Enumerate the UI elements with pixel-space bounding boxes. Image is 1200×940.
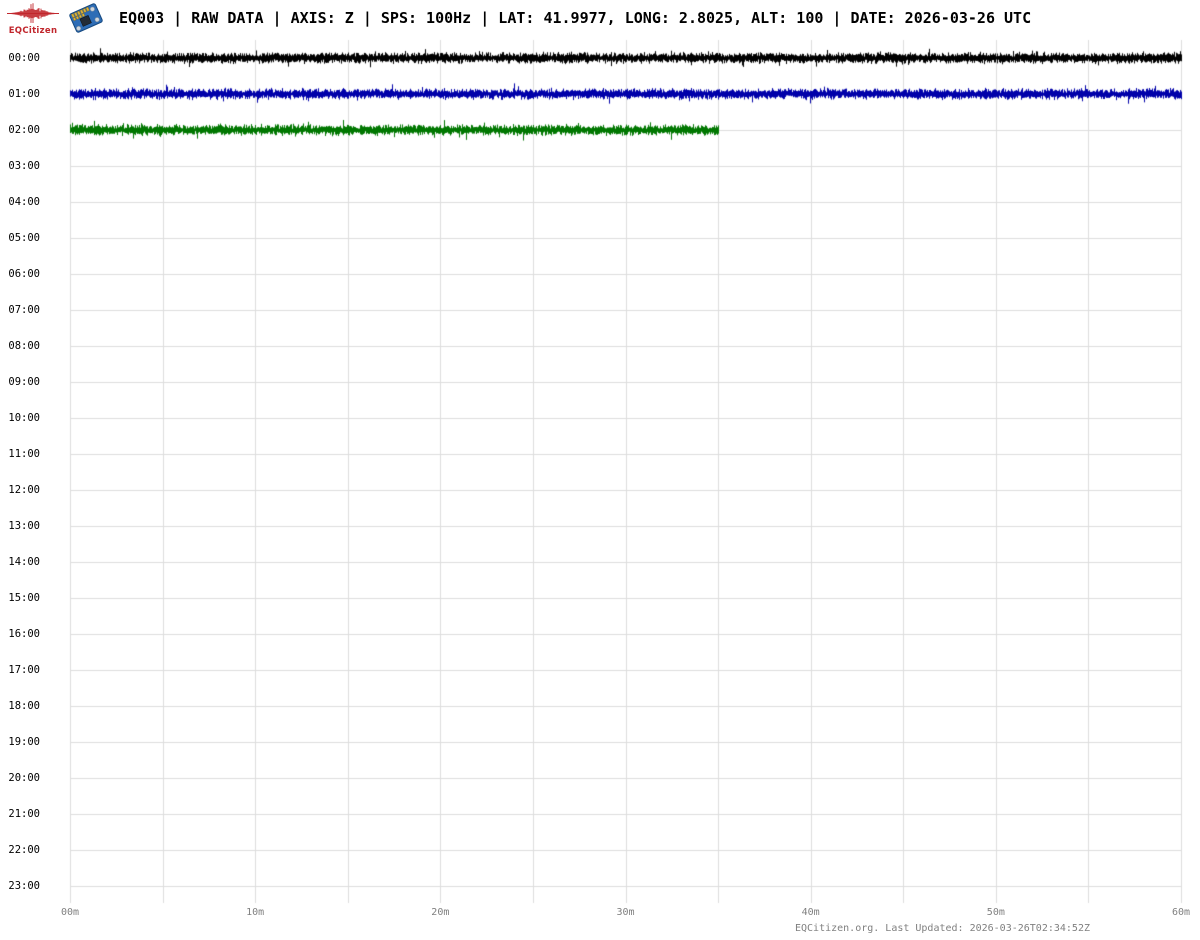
y-tick-label: 12:00 — [8, 484, 40, 496]
y-tick-label: 17:00 — [8, 664, 40, 676]
y-tick-label: 01:00 — [8, 88, 40, 100]
sensor-board-icon — [69, 3, 103, 33]
y-tick-label: 11:00 — [8, 448, 40, 460]
y-tick-label: 20:00 — [8, 772, 40, 784]
page-title: EQ003 | RAW DATA | AXIS: Z | SPS: 100Hz … — [119, 9, 1032, 27]
eqcitizen-waveform-icon — [7, 3, 59, 24]
y-tick-label: 06:00 — [8, 268, 40, 280]
eqcitizen-logo-wordmark: EQCitizen — [8, 26, 58, 36]
y-tick-label: 09:00 — [8, 376, 40, 388]
y-tick-label: 00:00 — [8, 52, 40, 64]
y-tick-label: 23:00 — [8, 880, 40, 892]
x-tick-label: 60m — [1171, 907, 1191, 918]
y-tick-label: 16:00 — [8, 628, 40, 640]
y-tick-label: 08:00 — [8, 340, 40, 352]
y-tick-label: 04:00 — [8, 196, 40, 208]
y-tick-label: 15:00 — [8, 592, 40, 604]
y-tick-label: 02:00 — [8, 124, 40, 136]
y-tick-label: 18:00 — [8, 700, 40, 712]
eqcitizen-logo: EQCitizen — [6, 3, 60, 36]
x-tick-label: 50m — [986, 907, 1005, 918]
y-tick-label: 03:00 — [8, 160, 40, 172]
header-bar: EQCitizen EQ003 | RAW DATA | AXIS: Z | S — [0, 0, 1200, 38]
y-tick-label: 22:00 — [8, 844, 40, 856]
x-tick-label: 00m — [60, 907, 80, 918]
y-tick-label: 07:00 — [8, 304, 40, 316]
y-tick-label: 10:00 — [8, 412, 40, 424]
footer-credit: EQCitizen.org. Last Updated: 2026-03-26T… — [794, 923, 1090, 934]
y-tick-label: 05:00 — [8, 232, 40, 244]
x-tick-label: 10m — [246, 907, 265, 918]
x-tick-label: 20m — [431, 907, 450, 918]
helicorder-page: { "header": { "logo_text": "EQCitizen", … — [0, 0, 1200, 940]
y-tick-label: 21:00 — [8, 808, 40, 820]
y-tick-label: 19:00 — [8, 736, 40, 748]
helicorder-plot-canvas — [0, 0, 1200, 940]
x-tick-label: 40m — [801, 907, 820, 918]
x-tick-label: 30m — [616, 907, 635, 918]
y-tick-label: 14:00 — [8, 556, 40, 568]
y-tick-label: 13:00 — [8, 520, 40, 532]
